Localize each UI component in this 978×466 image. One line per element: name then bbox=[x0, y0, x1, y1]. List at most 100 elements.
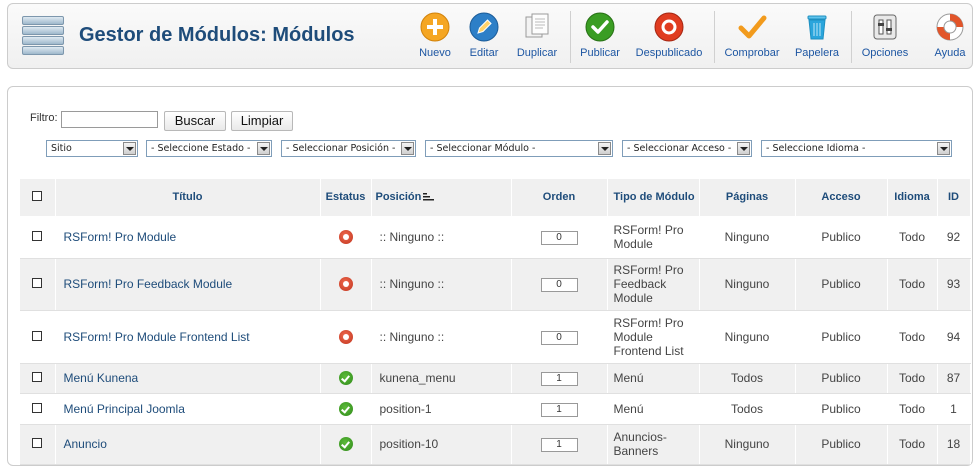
row-checkbox[interactable] bbox=[32, 402, 43, 413]
access-cell[interactable]: Publico bbox=[795, 424, 888, 465]
new-button[interactable]: Nuevo bbox=[414, 12, 456, 66]
title-cell: RSForm! Pro Feedback Module bbox=[55, 258, 321, 311]
status-cell bbox=[320, 310, 372, 364]
status-column-header[interactable]: Estatus bbox=[320, 179, 372, 217]
module-title-link[interactable]: Menú Kunena bbox=[56, 371, 139, 385]
filter-input[interactable] bbox=[61, 111, 158, 128]
position-select[interactable]: - Seleccionar Posición - bbox=[281, 140, 416, 157]
published-status-icon[interactable] bbox=[338, 371, 353, 386]
title-cell: Anuncio bbox=[55, 424, 321, 465]
row-checkbox[interactable] bbox=[32, 278, 43, 288]
order-cell: 1 bbox=[511, 393, 608, 425]
pages-cell: Todos bbox=[699, 393, 796, 425]
access-cell[interactable]: Publico bbox=[795, 310, 888, 364]
unpublished-status-icon[interactable] bbox=[338, 329, 353, 344]
pages-cell: Todos bbox=[699, 363, 796, 394]
title-column-header[interactable]: Título bbox=[55, 179, 321, 217]
check-in-button-label: Comprobar bbox=[724, 47, 780, 59]
type-column-header[interactable]: Tipo de Módulo bbox=[607, 179, 700, 217]
type-cell: RSForm! Pro Module Frontend List bbox=[607, 310, 700, 364]
options-button[interactable]: Opciones bbox=[860, 12, 910, 66]
chevron-down-icon bbox=[737, 142, 750, 155]
module-title-link[interactable]: RSForm! Pro Feedback Module bbox=[56, 277, 233, 291]
order-input[interactable]: 0 bbox=[540, 278, 578, 292]
module-title-link[interactable]: RSForm! Pro Module Frontend List bbox=[56, 330, 250, 344]
module-title-link[interactable]: RSForm! Pro Module bbox=[56, 230, 177, 244]
position-cell: position-1 bbox=[371, 393, 512, 425]
access-cell[interactable]: Publico bbox=[795, 258, 888, 311]
edit-button-label: Editar bbox=[469, 47, 499, 59]
language-cell: Todo bbox=[887, 363, 938, 394]
edit-button[interactable]: Editar bbox=[464, 12, 504, 66]
pages-cell: Ninguno bbox=[699, 258, 796, 311]
published-status-icon[interactable] bbox=[338, 401, 353, 416]
language-select-value: - Seleccione Idioma - bbox=[766, 143, 866, 154]
title-cell: Menú Principal Joomla bbox=[55, 393, 321, 425]
status-cell bbox=[320, 363, 372, 394]
module-title-link[interactable]: Menú Principal Joomla bbox=[56, 402, 185, 416]
site-select[interactable]: Sitio bbox=[46, 140, 138, 157]
check-in-button[interactable]: Comprobar bbox=[724, 12, 780, 66]
order-input[interactable]: 1 bbox=[540, 438, 578, 452]
status-cell bbox=[320, 424, 372, 465]
row-checkbox[interactable] bbox=[32, 231, 43, 241]
title-cell: RSForm! Pro Module Frontend List bbox=[55, 310, 321, 364]
filter-label: Filtro: bbox=[30, 112, 58, 124]
language-select[interactable]: - Seleccione Idioma - bbox=[761, 140, 952, 157]
access-cell[interactable]: Publico bbox=[795, 393, 888, 425]
order-input[interactable]: 0 bbox=[540, 330, 578, 345]
access-cell[interactable]: Publico bbox=[795, 216, 888, 259]
id-cell: 92 bbox=[937, 216, 971, 259]
pages-cell: Ninguno bbox=[699, 216, 796, 259]
table-row: RSForm! Pro Module :: Ninguno :: 0 RSFor… bbox=[20, 216, 971, 259]
type-cell: Menú bbox=[607, 363, 700, 394]
type-cell: Menú bbox=[607, 393, 700, 425]
id-column-header[interactable]: ID bbox=[937, 179, 971, 217]
duplicate-button[interactable]: Duplicar bbox=[513, 12, 561, 66]
access-select[interactable]: - Seleccionar Acceso - bbox=[622, 140, 752, 157]
module-select[interactable]: - Seleccionar Módulo - bbox=[425, 140, 613, 157]
module-title-link[interactable]: Anuncio bbox=[56, 437, 107, 451]
unpublish-button[interactable]: Despublicado bbox=[634, 12, 704, 66]
row-checkbox[interactable] bbox=[32, 438, 43, 448]
row-checkbox[interactable] bbox=[32, 372, 43, 382]
position-column-header[interactable]: Posición bbox=[371, 179, 512, 217]
table-row: Menú Principal Joomla position-1 1 Menú … bbox=[20, 393, 971, 425]
trash-icon bbox=[807, 15, 827, 40]
language-column-header[interactable]: Idioma bbox=[887, 179, 938, 217]
access-column-header[interactable]: Acceso bbox=[795, 179, 888, 217]
trash-button[interactable]: Papelera bbox=[794, 12, 840, 66]
reset-button[interactable]: Limpiar bbox=[231, 111, 293, 131]
table-row: Anuncio position-10 1 Anuncios-Banners N… bbox=[20, 424, 971, 465]
order-cell: 0 bbox=[511, 216, 608, 259]
unpublished-status-icon[interactable] bbox=[338, 230, 353, 245]
select-all-header[interactable] bbox=[20, 179, 56, 217]
trash-button-label: Papelera bbox=[794, 47, 840, 59]
select-all-checkbox[interactable] bbox=[32, 190, 43, 201]
id-cell: 94 bbox=[937, 310, 971, 364]
id-cell: 93 bbox=[937, 258, 971, 311]
unpublish-icon bbox=[654, 12, 684, 42]
publish-button[interactable]: Publicar bbox=[578, 12, 622, 66]
order-input[interactable]: 1 bbox=[540, 372, 578, 386]
order-cell: 1 bbox=[511, 424, 608, 465]
pages-column-header[interactable]: Páginas bbox=[699, 179, 796, 217]
help-button[interactable]: Ayuda bbox=[930, 12, 970, 66]
options-icon bbox=[873, 14, 897, 40]
state-select[interactable]: - Seleccione Estado - bbox=[146, 140, 272, 157]
options-button-label: Opciones bbox=[861, 47, 909, 59]
row-checkbox[interactable] bbox=[32, 330, 43, 341]
id-cell: 1 bbox=[937, 393, 971, 425]
order-input[interactable]: 0 bbox=[540, 231, 578, 245]
order-column-header[interactable]: Orden bbox=[511, 179, 608, 217]
unpublished-status-icon[interactable] bbox=[338, 277, 353, 292]
pages-cell: Ninguno bbox=[699, 424, 796, 465]
row-select-cell bbox=[20, 363, 56, 394]
order-input[interactable]: 1 bbox=[540, 402, 578, 417]
row-select-cell bbox=[20, 258, 56, 311]
pencil-icon bbox=[469, 12, 499, 42]
access-cell[interactable]: Publico bbox=[795, 363, 888, 394]
search-button[interactable]: Buscar bbox=[164, 111, 226, 131]
published-status-icon[interactable] bbox=[338, 437, 353, 452]
status-cell bbox=[320, 258, 372, 311]
